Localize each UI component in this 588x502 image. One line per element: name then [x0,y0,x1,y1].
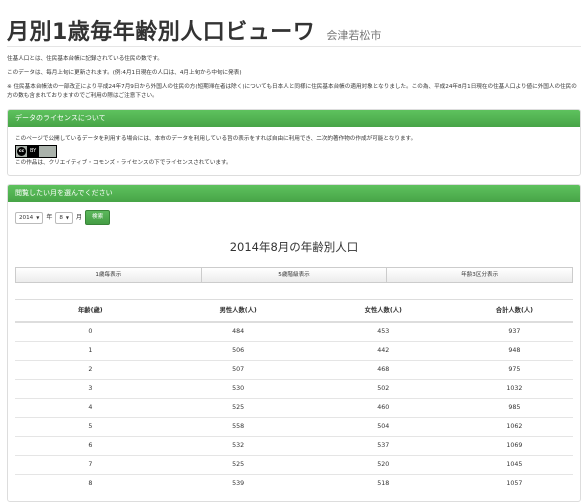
cell-total: 1057 [455,474,573,493]
table-row: 2 507 468 975 [15,360,573,380]
cell-total: 1032 [455,379,573,399]
cc-by-license-icon[interactable]: cc BY [15,145,57,158]
cell-female: 520 [310,455,456,475]
month-panel-body: 2014 ▼ 年 8 ▼ 月 検索 2014年8月の年齢別人口 1歳毎表示 5歳… [8,202,580,501]
cell-age: 2 [15,360,166,380]
cell-age: 1 [15,341,166,361]
cell-total: 937 [455,321,573,342]
license-attribution: この作品は、クリエイティブ・コモンズ・ライセンスの下でライセンスされています。 [15,160,232,166]
table-row: 8 539 518 1057 [15,474,573,493]
cell-total: 1045 [455,455,573,475]
year-select-value: 2014 [19,214,34,221]
tab-single-year[interactable]: 1歳毎表示 [15,267,202,283]
license-panel: データのライセンスについて このページで公開しているデータを利用する場合には、本… [7,109,581,176]
table-row: 5 558 504 1062 [15,417,573,437]
cell-male: 506 [165,341,311,361]
cell-female: 453 [310,321,456,342]
table-row: 4 525 460 985 [15,398,573,418]
table-header-row: 年齢(歳) 男性人数(人) 女性人数(人) 合計人数(人) [15,299,573,323]
cell-female: 460 [310,398,456,418]
cell-age: 5 [15,417,166,437]
page-subtitle: 会津若松市 [326,29,382,42]
month-select[interactable]: 8 ▼ [55,211,73,224]
column-header-male: 男性人数(人) [165,299,311,323]
cell-age: 3 [15,379,166,399]
view-tabs: 1歳毎表示 5歳階級表示 年齢3区分表示 [15,267,574,283]
year-label: 年 [46,213,53,221]
cell-female: 502 [310,379,456,399]
tab-three-groups[interactable]: 年齢3区分表示 [387,267,574,283]
cell-male: 530 [165,379,311,399]
cell-female: 442 [310,341,456,361]
table-row: 0 484 453 937 [15,321,573,342]
license-text: このページで公開しているデータを利用する場合には、本市のデータを利用している旨の… [15,136,417,142]
chevron-down-icon: ▼ [65,214,69,220]
cc-icon: cc [17,147,26,156]
cell-total: 1069 [455,436,573,456]
intro-note: ※ 住民基本台帳法の一部改正により平成24年7月9日から外国人の住民の方(短期滞… [7,84,577,99]
table-row: 1 506 442 948 [15,341,573,361]
chevron-down-icon: ▼ [36,214,40,220]
cell-age: 6 [15,436,166,456]
license-panel-heading: データのライセンスについて [8,110,580,127]
page-title: 月別1歳毎年齢別人口ビューワ [7,20,316,45]
column-header-total: 合計人数(人) [455,299,573,323]
cell-female: 518 [310,474,456,493]
population-table: 年齢(歳) 男性人数(人) 女性人数(人) 合計人数(人) 0 484 453 … [15,299,573,493]
cell-male: 525 [165,398,311,418]
intro-section: 住基人口とは、住民基本台帳に記録されている住民の数です。 このデータは、毎月上旬… [7,55,581,101]
month-selector-form: 2014 ▼ 年 8 ▼ 月 検索 [15,210,573,225]
search-button[interactable]: 検索 [85,210,111,225]
cell-total: 975 [455,360,573,380]
cell-male: 484 [165,321,311,342]
cell-male: 507 [165,360,311,380]
page-header: 月別1歳毎年齢別人口ビューワ 会津若松市 [7,0,581,47]
cell-female: 504 [310,417,456,437]
cell-age: 7 [15,455,166,475]
cell-total: 985 [455,398,573,418]
column-header-female: 女性人数(人) [310,299,456,323]
cell-male: 525 [165,455,311,475]
cell-male: 558 [165,417,311,437]
cell-female: 468 [310,360,456,380]
cell-male: 539 [165,474,311,493]
cell-age: 8 [15,474,166,493]
table-row: 3 530 502 1032 [15,379,573,399]
cell-age: 4 [15,398,166,418]
cell-total: 1062 [455,417,573,437]
license-panel-body: このページで公開しているデータを利用する場合には、本市のデータを利用している旨の… [8,127,580,175]
cell-female: 537 [310,436,456,456]
cell-total: 948 [455,341,573,361]
intro-text-2: このデータは、毎月上旬に更新されます。(例:4月1日現在の人口は、4月上旬から中… [7,70,242,76]
table-row: 6 532 537 1069 [15,436,573,456]
month-panel: 閲覧したい月を選んでください 2014 ▼ 年 8 ▼ 月 検索 2014年8月… [7,184,581,502]
month-panel-heading: 閲覧したい月を選んでください [8,185,580,202]
year-select[interactable]: 2014 ▼ [15,211,44,224]
by-icon: BY [27,146,40,157]
month-select-value: 8 [59,214,63,221]
column-header-age: 年齢(歳) [15,299,166,323]
table-row: 7 525 520 1045 [15,455,573,475]
month-label: 月 [75,213,82,221]
tab-five-year[interactable]: 5歳階級表示 [201,267,388,283]
cell-age: 0 [15,321,166,342]
result-title: 2014年8月の年齢別人口 [229,240,359,254]
cell-male: 532 [165,436,311,456]
page: 月別1歳毎年齢別人口ビューワ 会津若松市 住基人口とは、住民基本台帳に記録されて… [0,0,588,502]
intro-text-1: 住基人口とは、住民基本台帳に記録されている住民の数です。 [7,56,163,62]
